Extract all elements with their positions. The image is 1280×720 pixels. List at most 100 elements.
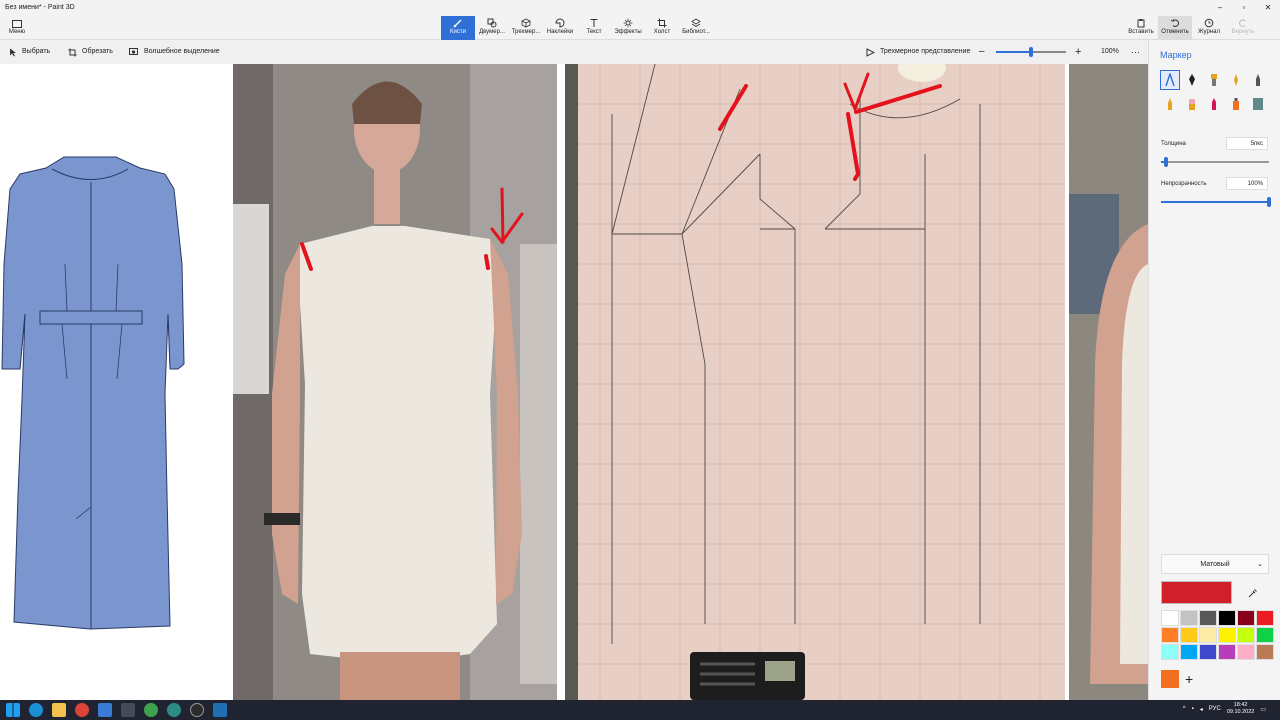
current-color-swatch[interactable] [1161, 581, 1232, 604]
calculator-icon[interactable] [121, 703, 135, 717]
taskbar-apps [6, 703, 227, 717]
view-3d-label: Трехмерное представление [880, 48, 971, 55]
zoom-out-button[interactable]: – [979, 40, 985, 64]
brush-crayon[interactable] [1204, 94, 1224, 114]
thickness-input[interactable]: 5пкс [1226, 137, 1268, 150]
close-icon[interactable]: ✕ [1256, 0, 1280, 16]
thickness-label: Толщина [1161, 141, 1186, 147]
tool-canvas[interactable]: Холст [645, 16, 679, 40]
eyedropper-button[interactable] [1237, 581, 1269, 604]
network-icon[interactable]: ▪ [1192, 706, 1194, 712]
app-green-icon[interactable] [144, 703, 158, 717]
tool-text[interactable]: Текст [577, 16, 611, 40]
opacity-slider[interactable] [1161, 197, 1271, 207]
tool-library[interactable]: Библиот... [679, 16, 713, 40]
brush-calligraphy[interactable] [1182, 70, 1202, 90]
palette-swatch[interactable] [1199, 627, 1217, 643]
brush-fill[interactable] [1248, 94, 1268, 114]
paint-3d-icon[interactable] [98, 703, 112, 717]
undo-button[interactable]: Отменить [1158, 16, 1192, 40]
tool-2d-shapes[interactable]: Двумер... [475, 16, 509, 40]
brush-pixel[interactable] [1248, 70, 1268, 90]
crop-button[interactable]: Обрезать [68, 40, 113, 64]
paste-icon [1137, 19, 1145, 28]
view-3d-toggle[interactable]: Трехмерное представление [866, 40, 970, 64]
palette-swatch[interactable] [1161, 644, 1179, 660]
palette-swatch[interactable] [1218, 627, 1236, 643]
library-icon [691, 18, 701, 27]
brush-spray[interactable] [1226, 94, 1246, 114]
tool-label: Текст [586, 29, 602, 35]
system-tray: ^ ▪ ◂ РУС 18:42 09.10.2022 ▭ [1183, 702, 1266, 716]
main-toolbar: Кисти Двумер... Трехмер... Наклейки Текс… [441, 16, 713, 40]
palette-swatch[interactable] [1180, 644, 1198, 660]
add-color-button[interactable]: + [1185, 672, 1193, 686]
language-indicator[interactable]: РУС [1209, 706, 1221, 712]
file-explorer-icon[interactable] [52, 703, 66, 717]
oil-brush-icon [1211, 74, 1217, 86]
maximize-icon[interactable]: ▫ [1232, 0, 1256, 16]
tool-stickers[interactable]: Наклейки [543, 16, 577, 40]
custom-color-swatch[interactable] [1161, 670, 1179, 688]
palette-swatch[interactable] [1161, 627, 1179, 643]
undo-icon [1170, 19, 1179, 27]
zoom-slider-thumb[interactable] [1029, 47, 1033, 57]
magic-select-button[interactable]: Волшебное выделение [129, 40, 220, 64]
more-button[interactable]: ··· [1131, 40, 1140, 64]
palette-swatch[interactable] [1199, 610, 1217, 626]
select-button[interactable]: Выбрать [9, 40, 50, 64]
zoom-slider[interactable] [996, 47, 1066, 57]
photos-icon[interactable] [213, 703, 227, 717]
palette-swatch[interactable] [1237, 644, 1255, 660]
notification-icon[interactable]: ▭ [1260, 706, 1266, 713]
crop-label: Обрезать [82, 48, 113, 55]
tool-3d-shapes[interactable]: Трехмер... [509, 16, 543, 40]
tool-label: Библиот... [682, 29, 710, 35]
menu-button[interactable]: Меню [6, 17, 28, 35]
sticker-icon [555, 18, 565, 28]
palette-swatch[interactable] [1180, 627, 1198, 643]
windows-start-icon[interactable] [6, 703, 20, 717]
brush-pencil[interactable] [1160, 94, 1180, 114]
brush-marker[interactable] [1160, 70, 1180, 90]
edge-icon[interactable] [29, 703, 43, 717]
opacity-slider-thumb[interactable] [1267, 197, 1271, 207]
palette-swatch[interactable] [1237, 610, 1255, 626]
zoom-in-button[interactable]: + [1075, 40, 1081, 64]
palette-swatch[interactable] [1218, 610, 1236, 626]
paste-button[interactable]: Вставить [1124, 16, 1158, 40]
tool-label: Двумер... [479, 29, 505, 35]
chrome-icon[interactable] [75, 703, 89, 717]
opacity-input[interactable]: 100% [1226, 177, 1268, 190]
minimize-icon[interactable]: – [1208, 0, 1232, 16]
thickness-slider[interactable] [1161, 157, 1269, 167]
palette-swatch[interactable] [1161, 610, 1179, 626]
clock[interactable]: 18:42 09.10.2022 [1227, 702, 1255, 716]
palette-swatch[interactable] [1180, 610, 1198, 626]
cube-icon [521, 18, 531, 28]
palette-swatch[interactable] [1237, 627, 1255, 643]
volume-icon[interactable]: ◂ [1200, 706, 1203, 713]
ribbon: Меню Кисти Двумер... Трехмер... Наклейки… [0, 16, 1280, 40]
clock-time: 18:42 [1233, 702, 1248, 708]
palette-swatch[interactable] [1256, 610, 1274, 626]
tool-label: Вернуть [1231, 29, 1255, 35]
palette-swatch[interactable] [1256, 644, 1274, 660]
tool-effects[interactable]: Эффекты [611, 16, 645, 40]
canvas[interactable] [0, 54, 1148, 700]
palette-swatch[interactable] [1256, 627, 1274, 643]
tool-brushes[interactable]: Кисти [441, 16, 475, 40]
palette-swatch[interactable] [1199, 644, 1217, 660]
redo-button[interactable]: Вернуть [1226, 16, 1260, 40]
brush-eraser[interactable] [1182, 94, 1202, 114]
finish-dropdown[interactable]: Матовый ⌄ [1161, 554, 1269, 574]
palette-swatch[interactable] [1218, 644, 1236, 660]
history-button[interactable]: Журнал [1192, 16, 1226, 40]
tray-chevron-icon[interactable]: ^ [1183, 706, 1186, 712]
app-dark-icon[interactable] [190, 703, 204, 717]
brush-oil[interactable] [1204, 70, 1224, 90]
thickness-slider-thumb[interactable] [1164, 157, 1168, 167]
app-teal-icon[interactable] [167, 703, 181, 717]
window-title: Без имени* - Paint 3D [5, 4, 75, 11]
brush-watercolor[interactable] [1226, 70, 1246, 90]
